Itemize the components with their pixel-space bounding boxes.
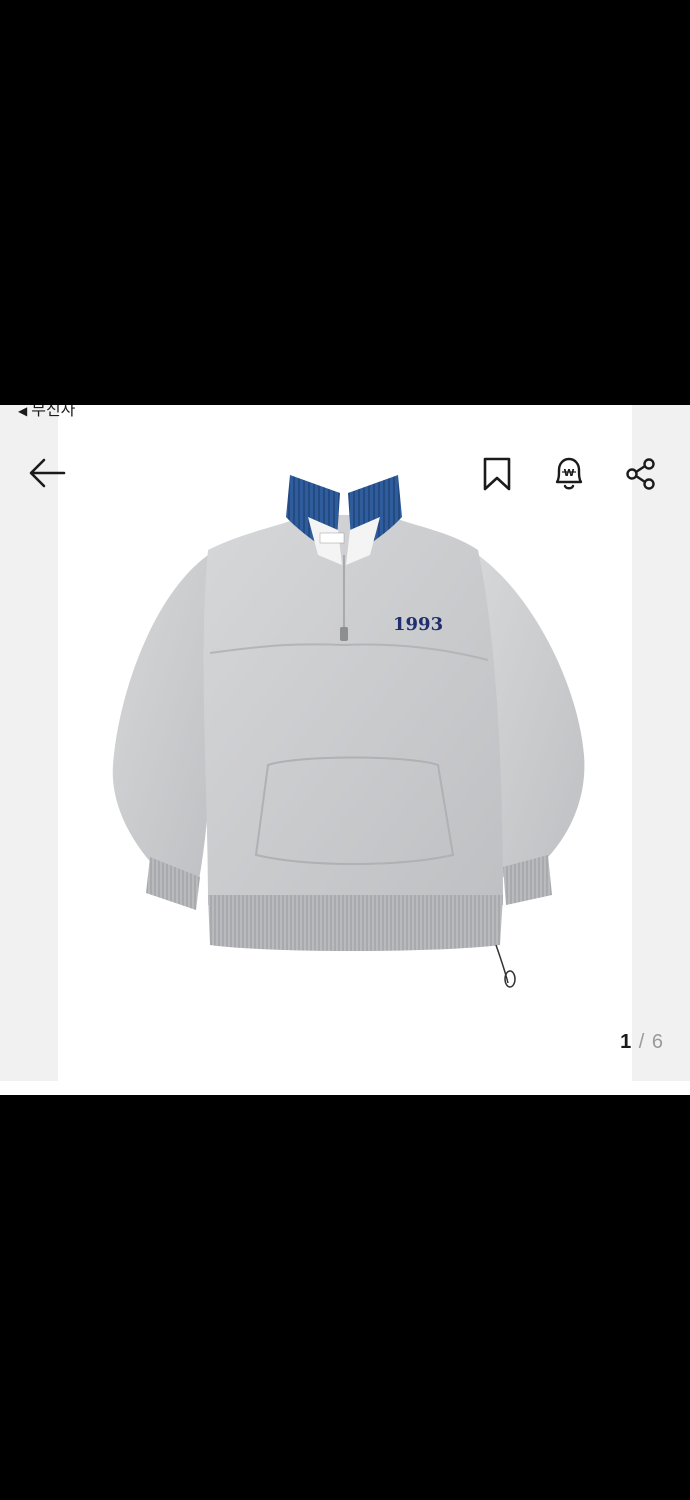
product-photo[interactable]: 1993 — [58, 405, 632, 1081]
price-alert-button[interactable]: W — [552, 455, 586, 493]
left-sleeve — [112, 555, 218, 885]
sweatshirt-illustration: 1993 — [112, 475, 585, 988]
top-letterbox — [0, 0, 690, 405]
share-icon — [626, 458, 655, 490]
won-bell-icon: W — [555, 457, 583, 490]
share-button[interactable] — [624, 457, 658, 491]
total-image-count: 6 — [651, 1031, 664, 1053]
image-page-indicator: 1 / 6 — [620, 1031, 664, 1054]
svg-text:W: W — [563, 468, 574, 479]
back-triangle-icon: ◀ — [18, 405, 28, 418]
back-button[interactable] — [28, 457, 66, 489]
page-separator: / — [638, 1031, 646, 1053]
viewer-bottom-strip — [0, 1081, 690, 1095]
sweatshirt-body — [203, 515, 504, 905]
return-app-label: 무신사 — [31, 405, 76, 419]
current-image-number: 1 — [620, 1031, 633, 1053]
return-to-app-link[interactable]: ◀ 무신사 — [18, 405, 75, 421]
product-image-viewer: 1993 ◀ 무신사 W 1 / 6 — [0, 405, 690, 1095]
hem-rib — [208, 895, 503, 951]
image-right-margin — [632, 405, 690, 1081]
bottom-letterbox — [0, 1095, 690, 1500]
bookmark-button[interactable] — [482, 457, 512, 491]
chest-print: 1993 — [393, 614, 443, 635]
image-left-margin — [0, 405, 58, 1081]
arrow-left-icon — [29, 458, 66, 488]
bookmark-icon — [483, 457, 511, 491]
